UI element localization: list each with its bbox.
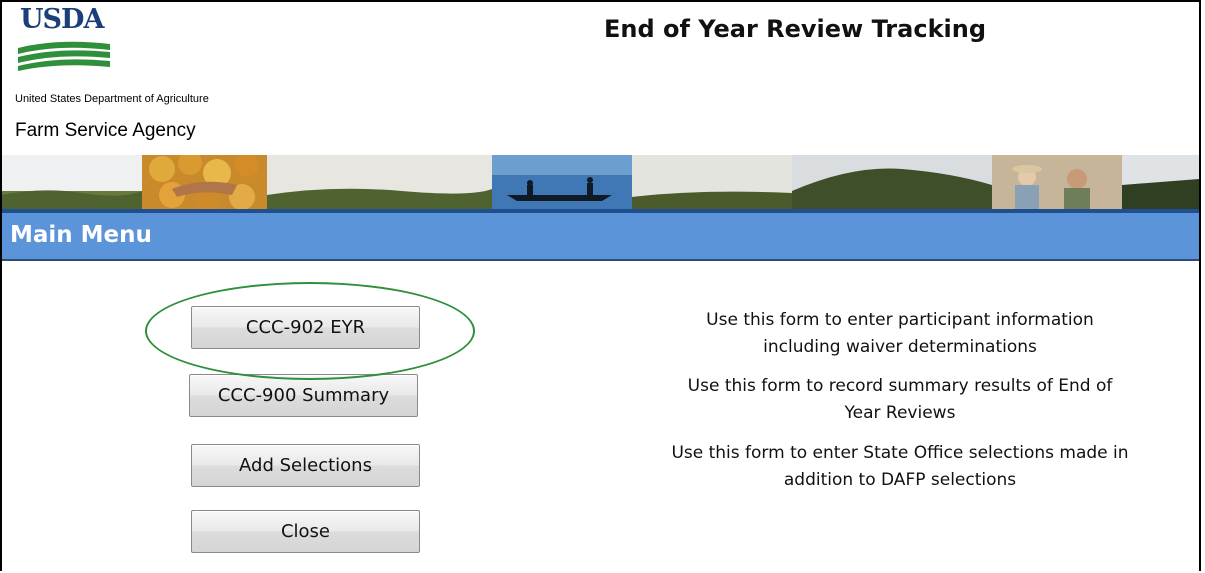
app-title: End of Year Review Tracking xyxy=(604,15,987,43)
close-button[interactable]: Close xyxy=(191,510,420,553)
ccc-900-summary-button[interactable]: CCC-900 Summary xyxy=(189,374,418,417)
ccc-902-eyr-button[interactable]: CCC-902 EYR xyxy=(191,306,420,349)
description-line: addition to DAFP selections xyxy=(783,470,1017,490)
main-menu-bar: Main Menu xyxy=(2,213,1199,261)
description-line: Use this form to enter participant infor… xyxy=(706,310,1094,330)
add-selections-description: Use this form to enter State Office sele… xyxy=(590,440,1205,494)
usda-logo-text: USDA xyxy=(20,4,104,35)
usda-logo-stripes-icon xyxy=(18,41,110,71)
header-banner-image xyxy=(2,155,1199,209)
description-line: Year Reviews xyxy=(844,403,956,423)
usda-logo: USDA xyxy=(18,4,110,72)
description-line: Use this form to enter State Office sele… xyxy=(671,443,1129,463)
agency-name: Farm Service Agency xyxy=(15,120,196,141)
description-line: Use this form to record summary results … xyxy=(687,376,1113,396)
ccc-902-eyr-description: Use this form to enter participant infor… xyxy=(590,307,1205,361)
department-name: United States Department of Agriculture xyxy=(15,93,209,105)
description-line: including waiver determinations xyxy=(763,337,1037,357)
add-selections-button[interactable]: Add Selections xyxy=(191,444,420,487)
ccc-900-summary-description: Use this form to record summary results … xyxy=(590,373,1205,427)
main-menu-title: Main Menu xyxy=(10,222,152,248)
